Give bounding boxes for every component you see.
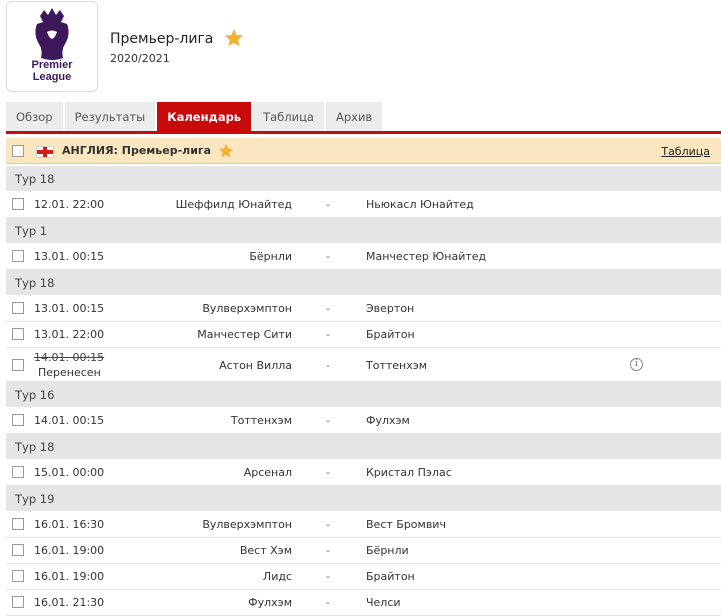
match-row[interactable]: 13.01. 00:15 Бёрнли - Манчестер Юнайтед <box>6 244 721 270</box>
away-team: Брайтон <box>366 570 415 583</box>
season-label: 2020/2021 <box>110 52 170 65</box>
match-row[interactable]: 16.01. 19:00 Вест Хэм - Бёрнли <box>6 538 721 564</box>
match-row[interactable]: 16.01. 21:30 Фулхэм - Челси <box>6 590 721 616</box>
away-team: Бёрнли <box>366 544 409 557</box>
score-separator: - <box>326 302 330 315</box>
match-checkbox[interactable] <box>12 544 24 556</box>
home-team: Вест Хэм <box>239 544 292 557</box>
score-separator: - <box>326 250 330 263</box>
home-team: Лидс <box>262 570 292 583</box>
match-row[interactable]: 12.01. 22:00 Шеффилд Юнайтед - Ньюкасл Ю… <box>6 192 721 218</box>
match-checkbox[interactable] <box>12 596 24 608</box>
match-row[interactable]: 14.01. 00:15 Тоттенхэм - Фулхэм <box>6 408 721 434</box>
score-separator: - <box>326 596 330 609</box>
tab-overview[interactable]: Обзор <box>6 102 65 131</box>
match-row[interactable]: 16.01. 16:30 Вулверхэмптон - Вест Бромви… <box>6 512 721 538</box>
match-time: 13.01. 00:15 <box>34 302 105 315</box>
away-team: Вест Бромвич <box>366 518 446 531</box>
score-separator: - <box>326 359 330 372</box>
round-header: Тур 18 <box>6 166 721 192</box>
england-flag-icon <box>36 146 54 158</box>
away-team: Фулхэм <box>366 414 410 427</box>
home-team: Астон Вилла <box>219 359 292 372</box>
away-team: Челси <box>366 596 401 609</box>
score-separator: - <box>326 518 330 531</box>
league-title: Премьер-лига <box>110 31 214 47</box>
match-time: 16.01. 21:30 <box>34 596 105 609</box>
away-team: Брайтон <box>366 328 415 341</box>
home-team: Фулхэм <box>248 596 292 609</box>
match-time: 14.01. 00:15 <box>34 351 105 364</box>
match-time: 16.01. 19:00 <box>34 544 105 557</box>
match-row[interactable]: 13.01. 00:15 Вулверхэмптон - Эвертон <box>6 296 721 322</box>
league-star-icon[interactable] <box>218 143 234 158</box>
away-team: Эвертон <box>366 302 415 315</box>
round-header: Тур 19 <box>6 486 721 512</box>
away-team: Тоттенхэм <box>366 359 428 372</box>
home-team: Бёрнли <box>249 250 292 263</box>
round-header: Тур 1 <box>6 218 721 244</box>
match-time: 13.01. 22:00 <box>34 328 105 341</box>
league-bar-title: АНГЛИЯ: Премьер-лига <box>62 144 212 157</box>
away-team: Ньюкасл Юнайтед <box>366 198 474 211</box>
match-row-postponed[interactable]: 14.01. 00:15 Перенесен Астон Вилла - Тот… <box>6 348 721 382</box>
match-checkbox[interactable] <box>12 328 24 340</box>
away-team: Кристал Пэлас <box>366 466 452 479</box>
home-team: Манчестер Сити <box>197 328 292 341</box>
home-team: Тоттенхэм <box>230 414 292 427</box>
tab-table[interactable]: Таблица <box>253 102 326 131</box>
match-time: 16.01. 19:00 <box>34 570 105 583</box>
match-time: 15.01. 00:00 <box>34 466 105 479</box>
round-header: Тур 18 <box>6 270 721 296</box>
match-time: 16.01. 16:30 <box>34 518 105 531</box>
match-row[interactable]: 13.01. 22:00 Манчестер Сити - Брайтон <box>6 322 721 348</box>
favorite-star-icon[interactable] <box>224 28 244 47</box>
tab-underline <box>6 131 721 134</box>
match-checkbox[interactable] <box>12 466 24 478</box>
score-separator: - <box>326 328 330 341</box>
home-team: Вулверхэмптон <box>202 302 292 315</box>
league-checkbox[interactable] <box>12 145 24 157</box>
home-team: Вулверхэмптон <box>202 518 292 531</box>
league-header: Premier League Премьер-лига 2020/2021 <box>0 0 721 100</box>
score-separator: - <box>326 544 330 557</box>
home-team: Арсенал <box>243 466 292 479</box>
postponed-status: Перенесен <box>38 366 101 379</box>
match-time: 13.01. 00:15 <box>34 250 105 263</box>
tab-calendar[interactable]: Календарь <box>157 102 254 131</box>
match-time: 12.01. 22:00 <box>34 198 105 211</box>
svg-text:League: League <box>33 71 72 83</box>
away-team: Манчестер Юнайтед <box>366 250 487 263</box>
info-icon[interactable]: i <box>630 358 643 371</box>
match-checkbox[interactable] <box>12 518 24 530</box>
match-checkbox[interactable] <box>12 359 24 371</box>
match-row[interactable]: 16.01. 19:00 Лидс - Брайтон <box>6 564 721 590</box>
tab-archive[interactable]: Архив <box>325 102 385 131</box>
lion-crest-icon: Premier League <box>32 8 74 83</box>
score-separator: - <box>326 466 330 479</box>
schedule-list: Тур 18 12.01. 22:00 Шеффилд Юнайтед - Нь… <box>6 166 721 616</box>
score-separator: - <box>326 414 330 427</box>
standings-link[interactable]: Таблица <box>661 145 710 158</box>
home-team: Шеффилд Юнайтед <box>175 198 292 211</box>
match-checkbox[interactable] <box>12 414 24 426</box>
match-checkbox[interactable] <box>12 250 24 262</box>
round-header: Тур 18 <box>6 434 721 460</box>
svg-text:Premier: Premier <box>32 59 74 71</box>
tab-results[interactable]: Результаты <box>64 102 158 131</box>
match-row[interactable]: 15.01. 00:00 Арсенал - Кристал Пэлас <box>6 460 721 486</box>
round-header: Тур 16 <box>6 382 721 408</box>
premier-league-logo[interactable]: Premier League <box>6 1 98 92</box>
score-separator: - <box>326 198 330 211</box>
match-checkbox[interactable] <box>12 198 24 210</box>
league-bar: АНГЛИЯ: Премьер-лига Таблица <box>6 138 721 164</box>
match-checkbox[interactable] <box>12 570 24 582</box>
match-time: 14.01. 00:15 <box>34 414 105 427</box>
match-checkbox[interactable] <box>12 302 24 314</box>
score-separator: - <box>326 570 330 583</box>
tab-bar: Обзор Результаты Календарь Таблица Архив <box>6 102 385 131</box>
